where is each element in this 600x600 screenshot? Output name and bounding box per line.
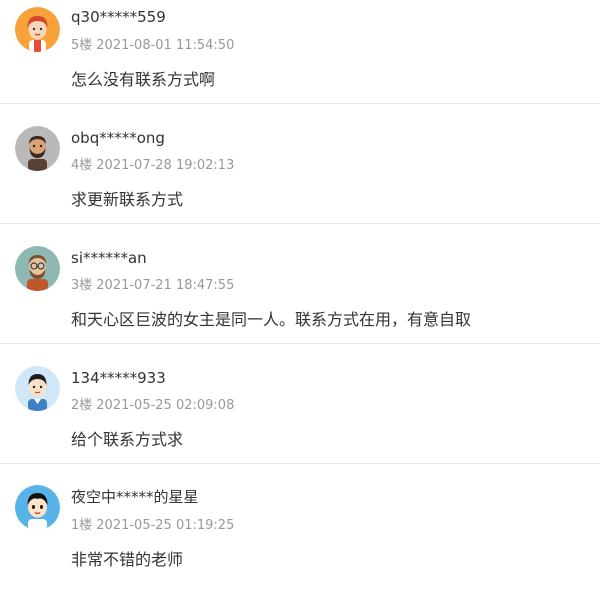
comment-text: 和天心区巨波的女主是同一人。联系方式在用，有意自取 — [71, 310, 472, 329]
comment-time: 2021-05-25 01:19:25 — [96, 518, 235, 533]
comment-time: 2021-08-01 11:54:50 — [96, 38, 235, 53]
comment-text: 非常不错的老师 — [71, 550, 184, 569]
comment-item: 夜空中*****的星星 1楼 2021-05-25 01:19:25 非常不错的老… — [0, 480, 600, 600]
comment-time: 2021-05-25 02:09:08 — [96, 398, 235, 413]
comment-username[interactable]: obq*****ong — [71, 129, 165, 147]
cartoon-man-black-hair-avatar-icon[interactable] — [15, 366, 60, 411]
comment-text: 怎么没有联系方式啊 — [71, 70, 216, 89]
comment-username[interactable]: 夜空中*****的星星 — [71, 488, 199, 506]
cartoon-man-glasses-beard-avatar-icon[interactable] — [15, 246, 60, 291]
comment-item: obq*****ong 4楼 2021-07-28 19:02:13 求更新联系方… — [0, 120, 600, 240]
cartoon-man-beard-avatar-icon[interactable] — [15, 126, 60, 171]
comment-divider — [0, 343, 600, 344]
comment-username[interactable]: q30*****559 — [71, 8, 166, 26]
comment-floor: 4楼 — [71, 158, 93, 173]
comment-meta: 1楼 2021-05-25 01:19:25 — [71, 518, 234, 534]
comment-username[interactable]: 134*****933 — [71, 369, 166, 387]
comment-meta: 2楼 2021-05-25 02:09:08 — [71, 398, 234, 414]
comment-username[interactable]: si******an — [71, 249, 147, 267]
comment-meta: 3楼 2021-07-21 18:47:55 — [71, 278, 234, 294]
comment-divider — [0, 463, 600, 464]
comment-text: 求更新联系方式 — [71, 190, 184, 209]
comment-meta: 4楼 2021-07-28 19:02:13 — [71, 158, 234, 174]
comment-item: q30*****559 5楼 2021-08-01 11:54:50 怎么没有联系… — [0, 0, 600, 120]
comment-item: si******an 3楼 2021-07-21 18:47:55 和天心区巨波的… — [0, 240, 600, 360]
comment-floor: 1楼 — [71, 518, 93, 533]
cartoon-man-red-hair-avatar-icon[interactable] — [15, 7, 60, 52]
comment-divider — [0, 103, 600, 104]
comment-time: 2021-07-21 18:47:55 — [96, 278, 235, 293]
comment-time: 2021-07-28 19:02:13 — [96, 158, 235, 173]
cartoon-boy-avatar-icon[interactable] — [15, 485, 60, 530]
comment-floor: 3楼 — [71, 278, 93, 293]
comment-divider — [0, 223, 600, 224]
comment-floor: 2楼 — [71, 398, 93, 413]
comment-meta: 5楼 2021-08-01 11:54:50 — [71, 38, 234, 54]
comment-floor: 5楼 — [71, 38, 93, 53]
comment-item: 134*****933 2楼 2021-05-25 02:09:08 给个联系方式… — [0, 360, 600, 480]
comment-text: 给个联系方式求 — [71, 430, 184, 449]
